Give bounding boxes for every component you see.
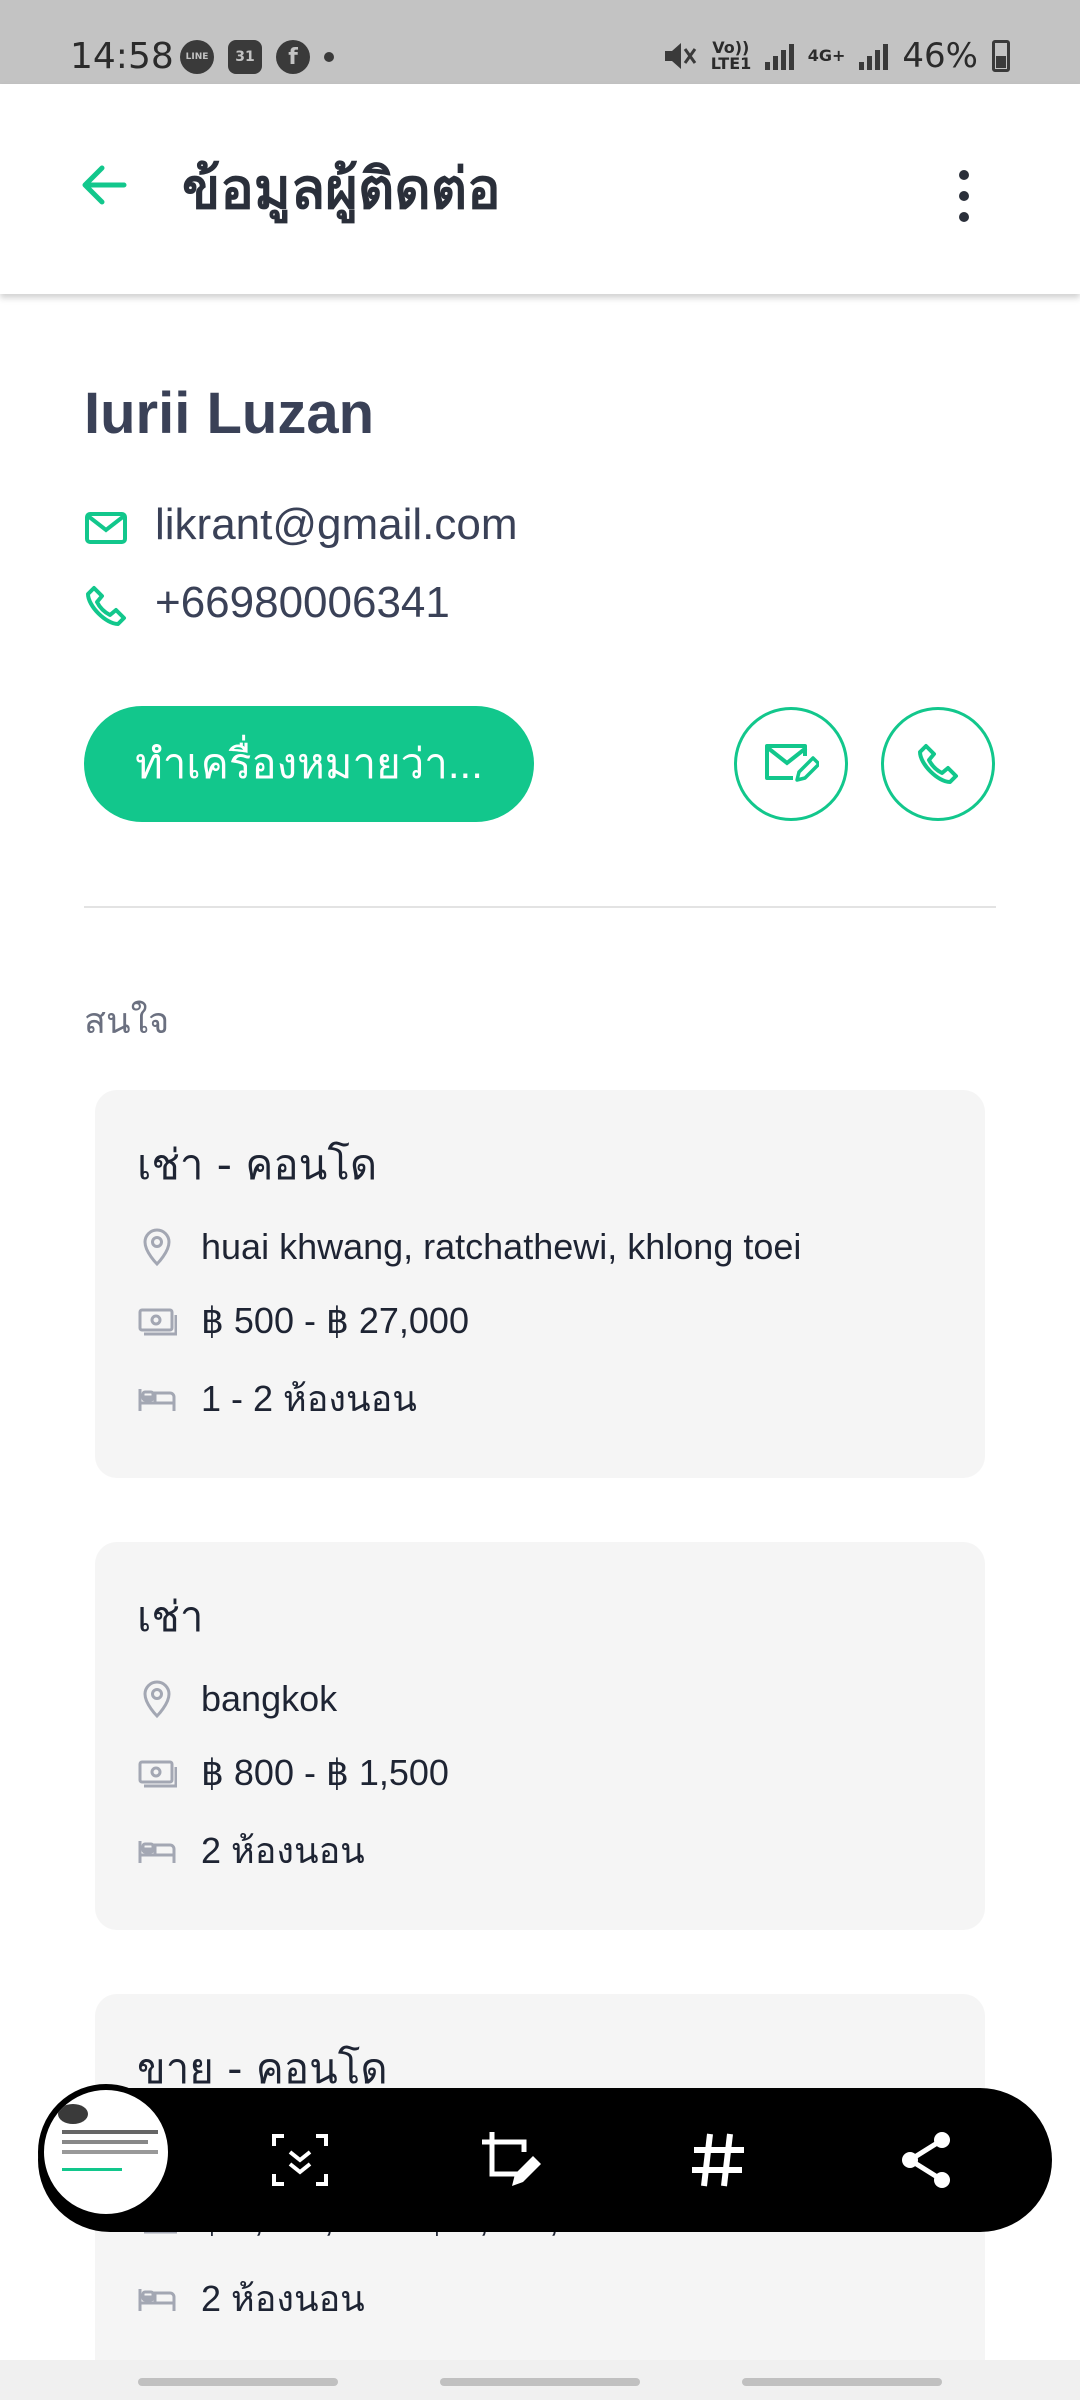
network-type-label: 4G+ xyxy=(807,46,846,65)
system-icons: Vo)) LTE1 4G+ 46% xyxy=(663,36,1010,76)
contact-info-screen: 14:58 LINE 31 f Vo)) LTE1 4G+ 46% ข้อมูล… xyxy=(0,0,1080,2400)
status-bar: 14:58 LINE 31 f Vo)) LTE1 4G+ 46% xyxy=(0,0,1080,84)
divider xyxy=(84,906,996,908)
phone-icon xyxy=(918,744,958,784)
screenshot-toolbar xyxy=(38,2084,1052,2232)
screenshot-thumbnail[interactable] xyxy=(38,2084,174,2220)
volte-label: Vo)) LTE1 xyxy=(710,38,752,73)
bedrooms-text: 1 - 2 ห้องนอน xyxy=(201,1378,417,1419)
signal-icon xyxy=(764,42,794,70)
battery-percent: 46% xyxy=(902,36,978,76)
signal-icon-2 xyxy=(859,42,889,70)
bed-icon xyxy=(138,1388,176,1411)
send-email-button[interactable] xyxy=(734,707,848,821)
mute-icon xyxy=(664,43,696,69)
bedrooms-text: 2 ห้องนอน xyxy=(201,2278,365,2319)
crop-edit-icon[interactable] xyxy=(478,2128,542,2192)
phone-icon xyxy=(86,586,126,626)
location-row: huai khwang, ratchathewi, khlong toei xyxy=(137,1226,801,1268)
facebook-icon: f xyxy=(276,40,310,74)
location-pin-icon xyxy=(143,1228,171,1267)
location-text: huai khwang, ratchathewi, khlong toei xyxy=(201,1226,802,1267)
interest-card[interactable]: เช่า bangkok ฿ 800 - ฿ 1,500 2 ห้องนอน xyxy=(95,1542,985,1930)
hashtag-icon[interactable] xyxy=(686,2128,750,2192)
nav-handle-center[interactable] xyxy=(440,2378,640,2386)
interest-title: เช่า - คอนโด xyxy=(137,1140,378,1189)
bedrooms-row: 2 ห้องนอน xyxy=(137,2270,365,2327)
bed-icon xyxy=(138,2288,176,2311)
bed-icon xyxy=(138,1840,176,1863)
nav-handle-right[interactable] xyxy=(742,2378,942,2386)
arrow-left-icon[interactable] xyxy=(78,159,130,211)
interest-card[interactable]: เช่า - คอนโด huai khwang, ratchathewi, k… xyxy=(95,1090,985,1478)
call-button[interactable] xyxy=(881,707,995,821)
line-app-icon: LINE xyxy=(180,40,214,74)
more-vertical-icon[interactable] xyxy=(952,170,976,222)
price-row: ฿ 800 - ฿ 1,500 xyxy=(137,1752,449,1794)
price-text: ฿ 800 - ฿ 1,500 xyxy=(201,1752,449,1793)
app-bar: ข้อมูลผู้ติดต่อ xyxy=(0,84,1080,294)
money-icon xyxy=(138,1760,177,1788)
page-title: ข้อมูลผู้ติดต่อ xyxy=(182,157,501,222)
navigation-bar xyxy=(0,2360,1080,2400)
scroll-capture-icon[interactable] xyxy=(268,2128,332,2192)
notification-icons: LINE 31 f xyxy=(180,40,334,74)
battery-icon xyxy=(992,40,1010,72)
status-time: 14:58 xyxy=(70,36,174,77)
money-icon xyxy=(138,1308,177,1336)
email-icon xyxy=(85,512,127,544)
bedrooms-row: 2 ห้องนอน xyxy=(137,1822,365,1879)
location-text: bangkok xyxy=(201,1678,338,1719)
price-text: ฿ 500 - ฿ 27,000 xyxy=(201,1300,469,1341)
calendar-icon: 31 xyxy=(228,40,262,74)
location-pin-icon xyxy=(143,1680,171,1719)
contact-phone[interactable]: +66980006341 xyxy=(155,578,450,628)
contact-name: Iurii Luzan xyxy=(84,381,374,446)
share-icon[interactable] xyxy=(894,2128,958,2192)
location-row: bangkok xyxy=(137,1678,337,1720)
nav-handle-left[interactable] xyxy=(138,2378,338,2386)
mark-as-button[interactable]: ทำเครื่องหมายว่า... xyxy=(84,706,534,822)
interests-section-label: สนใจ xyxy=(84,1001,170,1042)
bedrooms-text: 2 ห้องนอน xyxy=(201,1830,365,1871)
bedrooms-row: 1 - 2 ห้องนอน xyxy=(137,1370,417,1427)
interest-title: เช่า xyxy=(137,1592,204,1641)
more-notifications-dot-icon xyxy=(324,52,334,62)
contact-email[interactable]: likrant@gmail.com xyxy=(155,500,518,550)
email-edit-icon xyxy=(765,744,819,782)
price-row: ฿ 500 - ฿ 27,000 xyxy=(137,1300,469,1342)
